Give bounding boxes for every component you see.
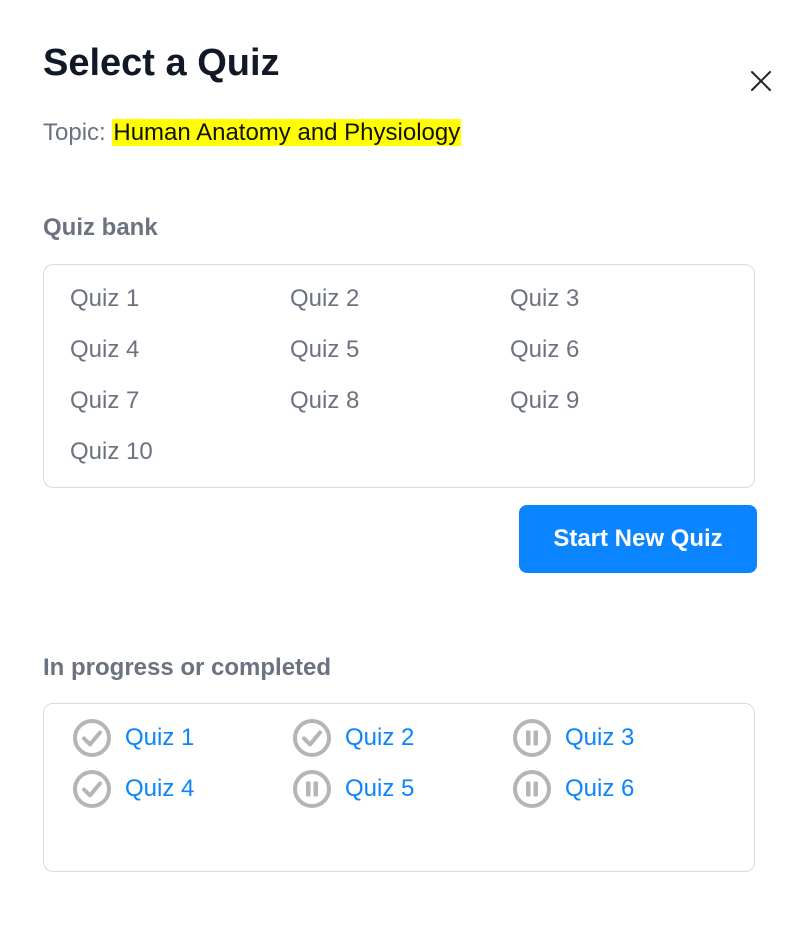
progress-item-label: Quiz 3 (565, 724, 635, 751)
progress-item-quiz-5[interactable]: Quiz 5 (292, 769, 414, 809)
start-new-quiz-button[interactable]: Start New Quiz (519, 505, 757, 573)
progress-item-quiz-6[interactable]: Quiz 6 (512, 769, 634, 809)
check-circle-icon (73, 770, 111, 808)
quiz-bank-item[interactable]: Quiz 2 (290, 284, 359, 314)
quiz-bank-item[interactable]: Quiz 5 (290, 335, 359, 365)
progress-item-label: Quiz 1 (125, 724, 195, 751)
check-circle-icon (73, 719, 111, 757)
progress-item-label: Quiz 5 (345, 775, 415, 802)
quiz-bank-panel: Quiz 1 Quiz 2 Quiz 3 Quiz 4 Quiz 5 Quiz … (43, 264, 755, 488)
quiz-bank-item[interactable]: Quiz 9 (510, 386, 579, 416)
pause-circle-icon (293, 770, 331, 808)
in-progress-heading: In progress or completed (43, 654, 332, 681)
quiz-bank-item[interactable]: Quiz 7 (70, 386, 139, 416)
quiz-bank-item[interactable]: Quiz 4 (70, 335, 139, 365)
topic-value: Human Anatomy and Physiology (112, 119, 462, 146)
pause-circle-icon (513, 719, 551, 757)
quiz-bank-item[interactable]: Quiz 1 (70, 284, 139, 314)
in-progress-panel: Quiz 1 Quiz 2 Quiz 3 Quiz 4 Quiz 5 Quiz … (43, 703, 755, 872)
close-icon (751, 71, 771, 91)
topic-line: Topic: Human Anatomy and Physiology (43, 118, 462, 148)
progress-item-quiz-1[interactable]: Quiz 1 (72, 718, 194, 758)
quiz-bank-item[interactable]: Quiz 10 (70, 437, 153, 467)
progress-item-label: Quiz 6 (565, 775, 635, 802)
progress-item-quiz-2[interactable]: Quiz 2 (292, 718, 414, 758)
close-button[interactable] (744, 64, 778, 98)
progress-item-label: Quiz 4 (125, 775, 195, 802)
page-title: Select a Quiz (43, 42, 280, 84)
pause-circle-icon (513, 770, 551, 808)
quiz-bank-item[interactable]: Quiz 8 (290, 386, 359, 416)
progress-item-quiz-4[interactable]: Quiz 4 (72, 769, 194, 809)
quiz-bank-heading: Quiz bank (43, 214, 158, 241)
progress-item-quiz-3[interactable]: Quiz 3 (512, 718, 634, 758)
progress-item-label: Quiz 2 (345, 724, 415, 751)
quiz-bank-item[interactable]: Quiz 3 (510, 284, 579, 314)
quiz-bank-item[interactable]: Quiz 6 (510, 335, 579, 365)
topic-label: Topic: (43, 119, 106, 146)
check-circle-icon (293, 719, 331, 757)
